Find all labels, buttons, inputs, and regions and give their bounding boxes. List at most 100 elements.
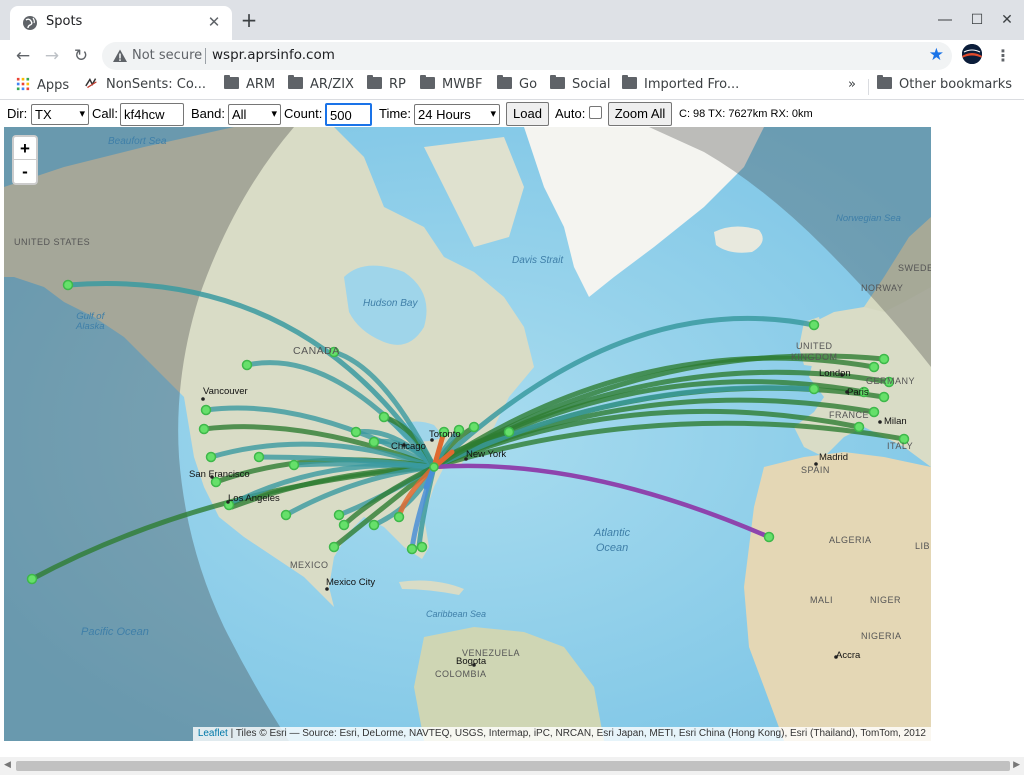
not-secure-label: Not secure — [132, 48, 203, 63]
spot-marker[interactable] — [763, 531, 775, 543]
spot-marker[interactable] — [808, 319, 820, 331]
label-chicago: Chicago — [391, 441, 426, 452]
spot-marker[interactable] — [288, 459, 300, 471]
map-attribution: Leaflet | Tiles © Esri — Source: Esri, D… — [192, 727, 931, 741]
load-button[interactable]: Load — [506, 102, 549, 126]
band-select[interactable]: All — [228, 104, 281, 125]
more-bookmarks-icon[interactable]: » — [848, 77, 856, 95]
time-select[interactable]: 24 Hours — [414, 104, 500, 125]
call-label: Call: — [92, 106, 119, 121]
spot-marker[interactable] — [328, 541, 340, 553]
spot-marker[interactable] — [200, 404, 212, 416]
bookmark-label: Imported Fro... — [644, 77, 740, 92]
label-san-francisco: San Francisco — [189, 469, 250, 480]
spots-map[interactable]: Beaufort Sea UNITED STATES Gulf of Alask… — [4, 127, 931, 741]
spot-marker[interactable] — [378, 411, 390, 423]
warning-icon — [113, 49, 127, 62]
label-italy: ITALY — [887, 441, 914, 451]
bookmark-label: NonSents: Co... — [106, 77, 206, 92]
label-sweden: SWEDE — [898, 263, 931, 273]
spot-marker[interactable] — [333, 509, 345, 521]
label-madrid: Madrid — [819, 452, 849, 463]
label-mali: MALI — [810, 595, 834, 605]
spot-marker[interactable] — [853, 421, 865, 433]
new-tab-icon[interactable]: + — [240, 10, 258, 30]
forward-icon[interactable]: → — [40, 44, 64, 68]
spot-marker[interactable] — [406, 543, 418, 555]
spot-marker[interactable] — [198, 423, 210, 435]
auto-checkbox[interactable] — [589, 106, 602, 119]
scroll-left-icon[interactable]: ◀ — [4, 760, 11, 770]
leaflet-link[interactable]: Leaflet — [198, 728, 228, 739]
home-station-marker[interactable] — [429, 462, 439, 472]
scroll-right-icon[interactable]: ▶ — [1013, 760, 1020, 770]
zoom-control: + - — [12, 135, 38, 185]
profile-avatar[interactable] — [962, 44, 982, 64]
auto-label: Auto: — [555, 106, 586, 121]
spot-controls: Dir: TX Call: kf4hcw Band: All Count: 50… — [0, 101, 1024, 127]
bookmark-label: MWBF — [442, 77, 483, 92]
label-london: London — [819, 368, 851, 379]
label-los-angeles: Los Angeles — [228, 493, 280, 504]
bookmark-label: AR/ZIX — [310, 77, 354, 92]
bookmark-folder-imported[interactable]: Imported Fro... — [622, 75, 740, 95]
spot-marker[interactable] — [205, 451, 217, 463]
spot-marker[interactable] — [280, 509, 292, 521]
horizontal-scrollbar[interactable]: ◀ ▶ — [0, 757, 1024, 775]
spot-marker[interactable] — [878, 391, 890, 403]
bookmark-folder-social[interactable]: Social — [550, 75, 611, 95]
reload-icon[interactable]: ↻ — [69, 44, 93, 68]
spot-marker[interactable] — [868, 406, 880, 418]
scrollbar-thumb[interactable] — [16, 761, 1010, 771]
folder-icon — [877, 75, 892, 89]
url-text[interactable]: wspr.aprsinfo.com — [212, 47, 335, 63]
spot-marker[interactable] — [393, 511, 405, 523]
bookmark-label: Go — [519, 77, 538, 92]
zoom-in-button[interactable]: + — [14, 137, 36, 160]
spot-marker[interactable] — [808, 383, 820, 395]
spot-marker[interactable] — [368, 436, 380, 448]
menu-icon[interactable]: ⋮ — [995, 44, 1011, 68]
zoom-out-button[interactable]: - — [14, 160, 36, 183]
maximize-icon[interactable]: ☐ — [967, 10, 987, 30]
zoom-all-button[interactable]: Zoom All — [608, 102, 672, 126]
bookmark-label: RP — [389, 77, 406, 92]
folder-icon — [288, 75, 303, 89]
label-caribbean-sea: Caribbean Sea — [426, 609, 487, 619]
count-input[interactable]: 500 — [325, 103, 372, 126]
spot-marker[interactable] — [878, 353, 890, 365]
spot-marker[interactable] — [26, 573, 38, 585]
spot-marker[interactable] — [62, 279, 74, 291]
band-label: Band: — [191, 106, 225, 121]
bookmark-star-icon[interactable]: ★ — [929, 46, 944, 64]
spot-marker[interactable] — [416, 541, 428, 553]
spot-marker[interactable] — [503, 426, 515, 438]
folder-icon — [367, 75, 382, 89]
globe-icon — [23, 16, 37, 30]
minimize-icon[interactable]: ― — [935, 10, 955, 30]
bookmark-folder-rp[interactable]: RP — [367, 75, 406, 95]
tab-spots[interactable]: Spots ✕ — [10, 6, 232, 40]
spot-marker[interactable] — [368, 519, 380, 531]
back-icon[interactable]: ← — [11, 44, 35, 68]
spot-marker[interactable] — [241, 359, 253, 371]
bookmark-apps[interactable]: Apps — [16, 77, 69, 95]
label-bogota: Bogota — [456, 656, 487, 667]
call-input[interactable]: kf4hcw — [120, 103, 184, 126]
dir-select[interactable]: TX — [31, 104, 89, 125]
bookmark-folder-other[interactable]: Other bookmarks — [877, 75, 1012, 95]
bookmark-folder-ar-zix[interactable]: AR/ZIX — [288, 75, 354, 95]
spot-marker[interactable] — [253, 451, 265, 463]
bookmark-folder-go[interactable]: Go — [497, 75, 538, 95]
bookmark-folder-arm[interactable]: ARM — [224, 75, 275, 95]
bookmark-nonsents[interactable]: NonSents: Co... — [84, 77, 206, 95]
spot-marker[interactable] — [468, 421, 480, 433]
spot-marker[interactable] — [338, 519, 350, 531]
address-bar[interactable]: Not secure wspr.aprsinfo.com ★ — [102, 42, 952, 70]
label-norwegian-sea: Norwegian Sea — [836, 213, 901, 224]
close-window-icon[interactable]: ✕ — [997, 10, 1017, 30]
spot-marker[interactable] — [350, 426, 362, 438]
bookmark-folder-mwbf[interactable]: MWBF — [420, 75, 483, 95]
close-tab-icon[interactable]: ✕ — [206, 14, 222, 30]
spot-marker[interactable] — [868, 361, 880, 373]
